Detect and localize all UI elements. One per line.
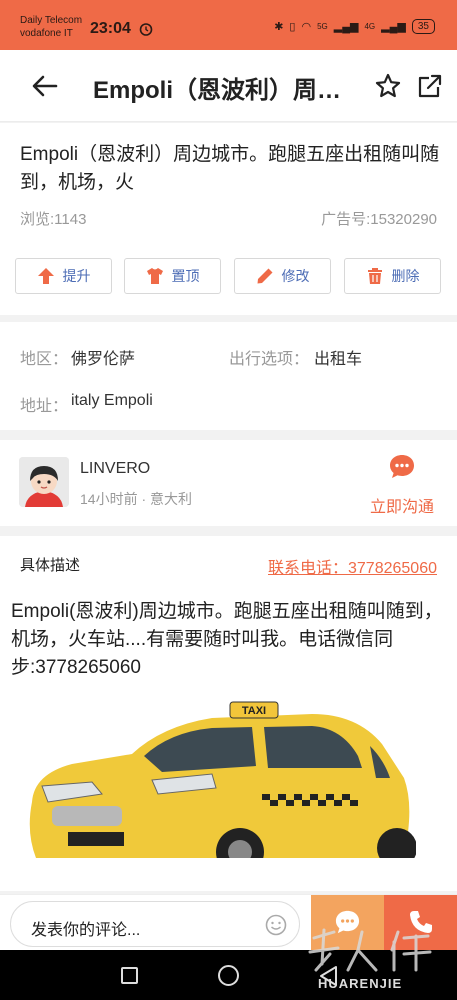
vibrate-icon: ▯ [289,21,296,33]
view-count: 浏览:1143 [20,211,87,228]
carrier-name-1: Daily Telecom [20,15,83,26]
listing-summary-card: Empoli（恩波利）周边城市。跑腿五座出租随叫随到，机场，火 浏览:1143 … [0,123,457,315]
home-button[interactable] [218,965,239,986]
bluetooth-icon: ✱ [274,21,284,33]
header-bar: Empoli（恩波利）周边城市。跑腿五座出租随叫随到，机场，火 [0,50,457,122]
poster-name[interactable]: LINVERO [80,460,150,478]
description-heading: 具体描述 [20,557,81,574]
travel-option-label: 出行选项： [229,351,310,368]
back-arrow-icon[interactable] [30,72,60,100]
share-icon[interactable] [416,72,444,100]
network-type-1: 5G [317,22,328,31]
pencil-icon [257,268,272,284]
promote-label: 提升 [62,268,91,284]
carrier-info: Daily Telecom vodafone IT [20,14,82,40]
status-bar: Daily Telecom vodafone IT 23:04 ✱ ▯ ◠ 5G… [0,0,457,50]
listing-title: Empoli（恩波利）周边城市。跑腿五座出租随叫随到，机场，火 [20,144,440,193]
watermark-text: HUARENJIE [318,976,403,991]
alarm-icon [139,23,153,36]
status-icons: ✱ ▯ ◠ 5G ▂▄▆ 4G ▂▄▆ 35 [274,19,435,34]
carrier-name-2: vodafone IT [20,28,73,39]
shirt-icon [146,268,163,284]
address-value: italy Empoli [71,392,153,409]
page-title: Empoli（恩波利）周边城市。跑腿五座出租随叫随到，机场，火 [93,77,353,104]
poster-card: LINVERO 14小时前 · 意大利 立即沟通 [0,440,457,526]
comment-placeholder: 发表你的评论... [31,922,141,939]
pin-top-label: 置顶 [171,268,200,284]
travel-option-value: 出租车 [314,351,363,368]
poster-meta: 14小时前 · 意大利 [80,491,193,507]
taxi-illustration: TAXI [12,682,416,858]
taxi-roof-sign: TAXI [242,705,266,717]
clock: 23:04 [90,20,131,37]
avatar-image [19,457,69,507]
region-value: 佛罗伦萨 [71,351,136,368]
recent-apps-button[interactable] [121,967,138,984]
chat-now-label: 立即沟通 [369,499,434,516]
trash-icon [367,268,382,284]
pin-top-button[interactable]: 置顶 [124,258,221,294]
favorite-star-icon[interactable] [374,72,402,100]
wifi-icon: ◠ [301,21,312,33]
delete-button[interactable]: 删除 [344,258,441,294]
avatar[interactable] [19,457,69,507]
screen: Daily Telecom vodafone IT 23:04 ✱ ▯ ◠ 5G… [0,0,457,1000]
taxi-car-image[interactable]: TAXI [12,682,416,858]
chat-now-button[interactable]: 立即沟通 [362,453,442,516]
ad-number: 广告号:15320290 [321,211,437,228]
edit-label: 修改 [281,268,310,284]
contact-phone-link[interactable]: 联系电话：3778265060 [268,554,437,578]
signal-icon-2: ▂▄▆ [381,21,406,33]
signal-icon: ▂▄▆ [333,21,359,33]
region-label: 地区： [20,351,69,368]
description-text: Empoli(恩波利)周边城市。跑腿五座出租随叫随到，机场，火车站....有需要… [11,601,443,678]
edit-button[interactable]: 修改 [234,258,331,294]
arrow-up-icon [37,268,54,284]
listing-details-card: 地区： 佛罗伦萨 出行选项： 出租车 地址： italy Empoli [0,322,457,430]
chat-bubble-icon [390,455,414,478]
emoji-icon[interactable] [265,914,287,936]
listing-actions: 提升 置顶 修改 删除 [0,258,457,296]
promote-button[interactable]: 提升 [15,258,112,294]
address-label: 地址： [20,398,69,415]
comment-input[interactable]: 发表你的评论... [10,901,300,947]
network-type-2: 4G [364,22,376,31]
delete-label: 删除 [391,268,420,284]
battery-icon: 35 [411,19,435,34]
description-card: 具体描述 联系电话：3778265060 Empoli(恩波利)周边城市。跑腿五… [0,536,457,891]
